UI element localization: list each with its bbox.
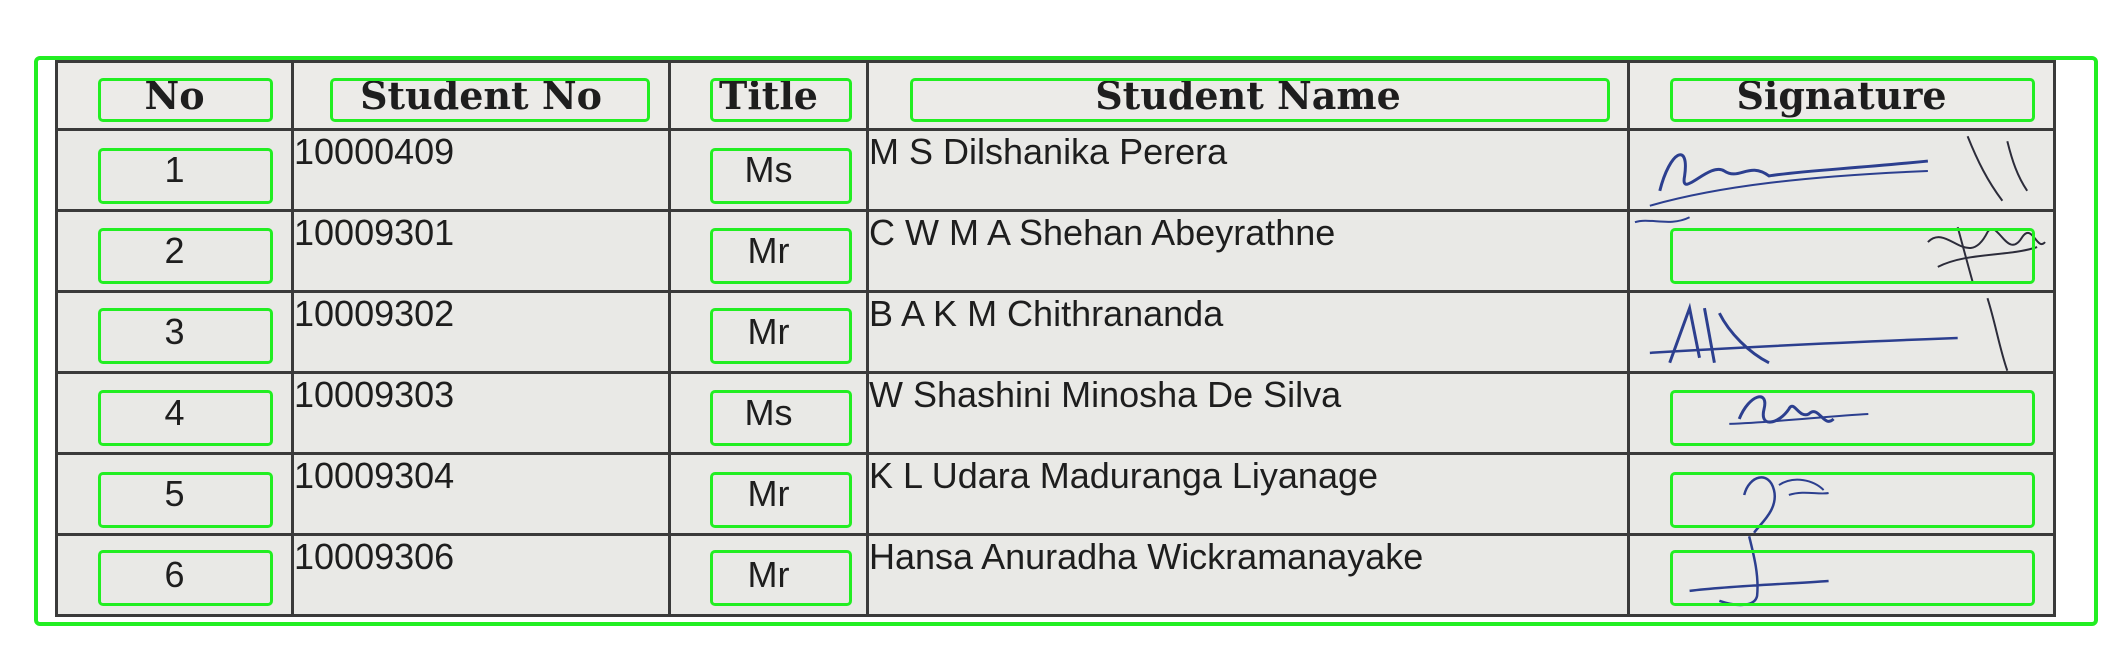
header-signature: Signature — [1627, 60, 2056, 131]
table-row: 4 10009303 Ms W Shashini Minosha De Silv… — [55, 371, 2056, 455]
student-name: W Shashini Minosha De Silva — [866, 371, 1630, 455]
signature-cell — [1627, 209, 2056, 293]
header-row: No Student No Title Student Name Signatu… — [55, 60, 2056, 131]
row-number: 4 — [55, 371, 294, 455]
student-title: Mr — [668, 452, 869, 536]
student-name: C W M A Shehan Abeyrathne — [866, 209, 1630, 293]
student-name: K L Udara Maduranga Liyanage — [866, 452, 1630, 536]
handwritten-signature — [1689, 537, 1829, 607]
student-title: Mr — [668, 533, 869, 617]
student-name: B A K M Chithrananda — [866, 290, 1630, 374]
table-row: 1 10000409 Ms M S Dilshanika Perera — [55, 128, 2056, 212]
row-number: 5 — [55, 452, 294, 536]
handwritten-signature — [1649, 135, 2029, 207]
student-name: Hansa Anuradha Wickramanayake — [866, 533, 1630, 617]
student-number: 10009304 — [291, 452, 671, 536]
row-number: 6 — [55, 533, 294, 617]
handwritten-signature — [1649, 297, 2008, 370]
student-number: 10009301 — [291, 209, 671, 293]
student-title: Ms — [668, 371, 869, 455]
header-student-name: Student Name — [866, 60, 1630, 131]
student-title: Mr — [668, 209, 869, 293]
table-row: 5 10009304 Mr K L Udara Maduranga Liyana… — [55, 452, 2056, 536]
table-row: 2 10009301 Mr C W M A Shehan Abeyrathne — [55, 209, 2056, 293]
row-number: 3 — [55, 290, 294, 374]
header-title: Title — [668, 60, 869, 131]
student-number: 10009302 — [291, 290, 671, 374]
handwritten-signature — [1634, 216, 2046, 283]
signature-cell — [1627, 371, 2056, 455]
student-roster-table: No Student No Title Student Name Signatu… — [55, 60, 2056, 617]
handwritten-signature — [1729, 395, 1869, 425]
header-student-no: Student No — [291, 60, 671, 131]
signature-cell — [1627, 290, 2056, 374]
signature-cell — [1627, 128, 2056, 212]
student-number: 10009303 — [291, 371, 671, 455]
row-number: 2 — [55, 209, 294, 293]
signature-cell — [1627, 452, 2056, 536]
signature-cell — [1627, 533, 2056, 617]
table-row: 6 10009306 Mr Hansa Anuradha Wickramanay… — [55, 533, 2056, 617]
student-title: Mr — [668, 290, 869, 374]
header-no: No — [55, 60, 294, 131]
student-number: 10009306 — [291, 533, 671, 617]
handwritten-signature — [1742, 476, 1829, 532]
table-row: 3 10009302 Mr B A K M Chithrananda — [55, 290, 2056, 374]
student-number: 10000409 — [291, 128, 671, 212]
attendance-sheet: No Student No Title Student Name Signatu… — [0, 0, 2111, 669]
row-number: 1 — [55, 128, 294, 212]
student-name: M S Dilshanika Perera — [866, 128, 1630, 212]
student-title: Ms — [668, 128, 869, 212]
